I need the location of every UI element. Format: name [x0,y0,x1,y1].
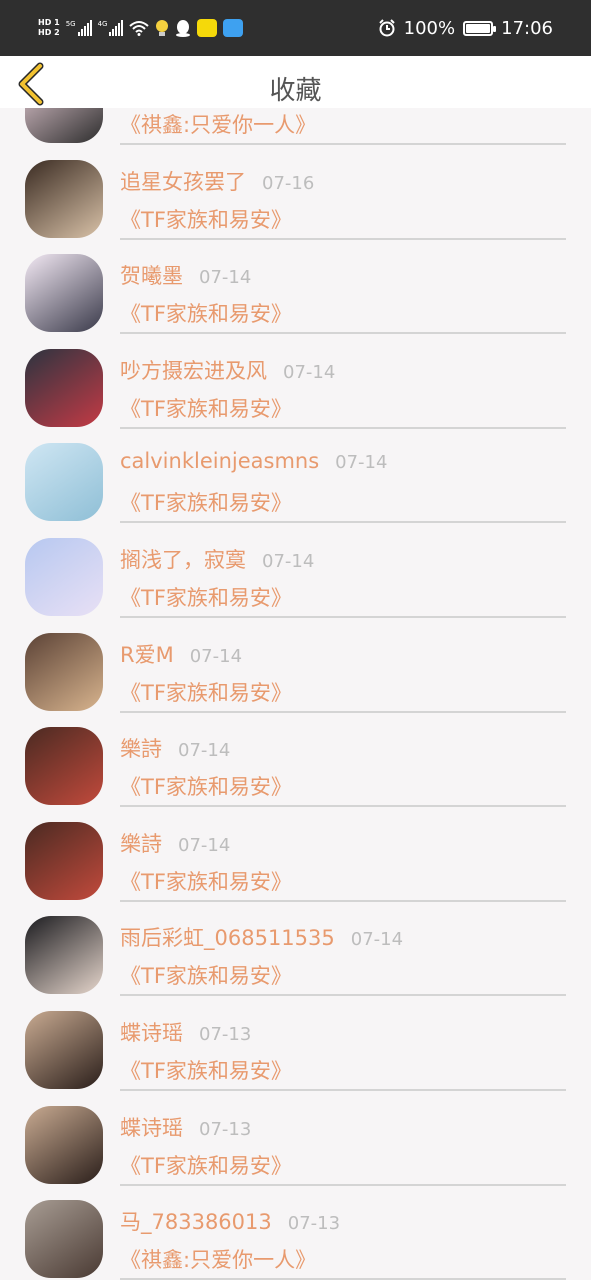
user-name[interactable]: calvinkleinjeasmns [120,449,319,473]
back-arrow-icon[interactable] [14,62,48,106]
item-meta: 吵方摄宏进及风 07-14 [120,355,335,385]
hd2-label: HD 2 [38,28,60,37]
avatar[interactable] [25,1105,103,1184]
list-item[interactable]: calvinkleinjeasmns 07-14 《TF家族和易安》 [0,429,591,524]
item-meta: 马_783386013 07-13 [120,1206,340,1236]
signal-1-tag: 5G [65,20,76,28]
item-meta: 蝶诗瑶 07-13 [120,1017,251,1047]
avatar[interactable] [25,821,103,900]
collection-title[interactable]: 《TF家族和易安》 [120,582,292,612]
item-meta: 蝶诗瑶 07-13 [120,1112,251,1142]
favorites-list-inner: 《祺鑫:只爱你一人》 追星女孩罢了 07-16 《TF家族和易安》 贺曦墨 07-14 《T… [0,56,591,1280]
wifi-icon [129,21,150,36]
avatar[interactable] [25,632,103,711]
avatar[interactable] [25,254,103,333]
bulb-notification-icon [156,20,169,36]
collection-title[interactable]: 《祺鑫:只爱你一人》 [120,1244,316,1274]
qq-icon [176,20,191,37]
item-date: 07-14 [350,929,404,951]
user-name[interactable]: 蝶诗瑶 [120,1112,183,1142]
user-name[interactable]: 马_783386013 [120,1206,272,1236]
collection-title[interactable]: 《TF家族和易安》 [120,866,292,896]
signal-1-icon: 5G [66,20,92,36]
item-date: 07-13 [287,1213,341,1235]
avatar[interactable] [25,727,103,806]
item-date: 07-14 [189,645,243,667]
list-item[interactable]: 吵方摄宏进及风 07-14 《TF家族和易安》 [0,335,591,430]
title-bar: 收藏 [0,56,591,108]
item-meta: 追星女孩罢了 07-16 [120,166,314,196]
item-meta: 雨后彩虹_068511535 07-14 [120,922,403,952]
list-item[interactable]: 贺曦墨 07-14 《TF家族和易安》 [0,240,591,335]
list-item[interactable]: 樂詩 07-14 《TF家族和易安》 [0,713,591,808]
user-name[interactable]: 搁浅了，寂寞 [120,544,246,574]
user-name[interactable]: 樂詩 [120,733,162,763]
item-date: 07-14 [262,550,315,572]
user-name[interactable]: 追星女孩罢了 [120,166,246,196]
status-left: HD 1 HD 2 5G 4G [38,18,244,38]
alarm-icon [378,19,395,37]
user-name[interactable]: 贺曦墨 [120,260,183,290]
list-item[interactable]: 雨后彩虹_068511535 07-14 《TF家族和易安》 [0,902,591,997]
collection-title[interactable]: 《TF家族和易安》 [120,960,292,990]
list-item[interactable]: 蝶诗瑶 07-13 《TF家族和易安》 [0,997,591,1092]
sim-indicator: HD 1 HD 2 [38,18,60,38]
user-name[interactable]: 樂詩 [120,828,162,858]
list-item[interactable]: 蝶诗瑶 07-13 《TF家族和易安》 [0,1092,591,1187]
list-item[interactable]: 樂詩 07-14 《TF家族和易安》 [0,808,591,903]
avatar[interactable] [25,443,103,522]
user-name[interactable]: 吵方摄宏进及风 [120,355,267,385]
item-meta: calvinkleinjeasmns 07-14 [120,449,387,473]
signal-2-icon: 4G [98,20,124,36]
user-name[interactable]: 雨后彩虹_068511535 [120,922,335,952]
collection-title[interactable]: 《TF家族和易安》 [120,1150,292,1180]
avatar[interactable] [25,348,103,427]
item-meta: 贺曦墨 07-14 [120,260,251,290]
page-title: 收藏 [269,75,322,106]
item-meta: R爱M 07-14 [120,639,242,669]
list-item[interactable]: 马_783386013 07-13 《祺鑫:只爱你一人》 [0,1186,591,1280]
collection-title[interactable]: 《TF家族和易安》 [120,298,292,328]
clock: 17:06 [501,17,553,39]
item-date: 07-14 [199,267,252,289]
hd1-label: HD 1 [38,18,60,27]
list-item[interactable]: 追星女孩罢了 07-16 《TF家族和易安》 [0,146,591,241]
battery-icon [463,20,497,36]
collection-title[interactable]: 《TF家族和易安》 [120,393,292,423]
item-date: 07-14 [335,452,388,474]
status-right: 100% 17:06 [378,18,553,39]
message-notification-icon [223,19,244,37]
app-notification-icon [197,19,218,37]
user-name[interactable]: 蝶诗瑶 [120,1017,183,1047]
favorites-list[interactable]: 《祺鑫:只爱你一人》 追星女孩罢了 07-16 《TF家族和易安》 贺曦墨 07-14 《T… [0,56,591,1280]
item-date: 07-14 [178,834,231,856]
avatar[interactable] [25,1010,103,1089]
collection-title[interactable]: 《TF家族和易安》 [120,1055,292,1085]
collection-title[interactable]: 《TF家族和易安》 [120,677,292,707]
battery-percent: 100% [403,17,456,39]
item-date: 07-13 [199,1118,252,1140]
user-name[interactable]: R爱M [120,639,174,669]
item-meta: 搁浅了，寂寞 07-14 [120,544,314,574]
collection-title[interactable]: 《祺鑫:只爱你一人》 [120,109,316,139]
collection-title[interactable]: 《TF家族和易安》 [120,204,292,234]
item-date: 07-14 [178,740,231,762]
collection-title[interactable]: 《TF家族和易安》 [120,771,292,801]
collection-title[interactable]: 《TF家族和易安》 [120,487,292,517]
signal-2-tag: 4G [97,20,108,28]
avatar[interactable] [25,916,103,995]
item-meta: 樂詩 07-14 [120,733,230,763]
item-date: 07-14 [283,361,336,383]
item-date: 07-13 [199,1023,252,1045]
list-item[interactable]: R爱M 07-14 《TF家族和易安》 [0,619,591,714]
avatar[interactable] [25,159,103,238]
item-date: 07-16 [262,172,315,194]
item-meta: 樂詩 07-14 [120,828,230,858]
status-bar: HD 1 HD 2 5G 4G 100% 17:06 [0,0,591,56]
list-item[interactable]: 搁浅了，寂寞 07-14 《TF家族和易安》 [0,524,591,619]
avatar[interactable] [25,1200,103,1279]
avatar[interactable] [25,537,103,616]
